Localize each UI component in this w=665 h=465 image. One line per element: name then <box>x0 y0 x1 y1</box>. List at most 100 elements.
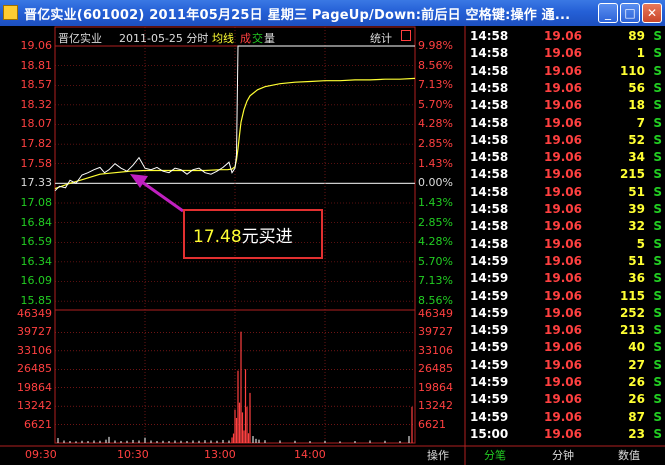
trade-price: 19.06 <box>544 167 582 182</box>
trade-side: S <box>653 288 662 303</box>
trade-side: S <box>653 323 662 338</box>
trade-price: 19.06 <box>544 150 582 165</box>
trade-side: S <box>653 340 662 355</box>
trade-volume: 215 <box>619 167 645 182</box>
trade-volume: 26 <box>628 392 645 407</box>
tab-ticks[interactable]: 分笔 <box>470 447 520 465</box>
pct-tick: 9.98% <box>418 39 453 52</box>
stat-box-icon[interactable] <box>401 30 411 41</box>
trade-price: 19.06 <box>544 375 582 389</box>
trade-row: 14:58 19.06 18 S <box>468 98 665 117</box>
trade-row: 14:58 19.06 34 S <box>468 150 665 169</box>
trade-volume: 89 <box>628 29 645 43</box>
volume-tick: 13242 <box>17 399 52 413</box>
volume-tick: 46349 <box>418 307 453 320</box>
pct-tick: 2.85% <box>418 215 453 229</box>
trade-volume: 1 <box>636 46 645 61</box>
price-tick: 17.82 <box>20 137 53 151</box>
price-tick: 18.57 <box>20 78 53 92</box>
trade-side: S <box>653 202 662 216</box>
volume-tick: 19864 <box>17 380 52 394</box>
trade-row: 14:59 19.06 51 S <box>468 254 665 273</box>
trade-time: 14:58 <box>470 115 509 130</box>
trade-volume: 115 <box>619 288 645 303</box>
minimize-button[interactable]: _ <box>598 3 618 23</box>
trade-time: 14:58 <box>470 150 509 165</box>
pct-tick: 1.43% <box>418 156 453 170</box>
pct-tick: 8.56% <box>418 294 453 308</box>
trade-row: 15:00 19.06 23 S <box>468 427 665 446</box>
trade-time: 14:59 <box>470 375 509 389</box>
trade-side: S <box>653 357 662 372</box>
avg-legend: 均线 <box>212 32 234 45</box>
trade-volume: 51 <box>628 253 645 268</box>
pct-tick: 0.00% <box>418 176 453 190</box>
trade-row: 14:58 19.06 51 S <box>468 185 665 204</box>
time-label: 10:30 <box>117 448 149 461</box>
maximize-button[interactable]: □ <box>620 3 640 23</box>
tab-values[interactable]: 数值 <box>604 447 654 465</box>
trade-volume: 7 <box>636 115 645 130</box>
trade-row: 14:58 19.06 215 S <box>468 167 665 186</box>
trade-volume: 34 <box>628 150 645 165</box>
trade-time: 15:00 <box>470 426 509 441</box>
trade-row: 14:59 19.06 87 S <box>468 410 665 429</box>
trade-price: 19.06 <box>544 236 582 251</box>
trade-side: S <box>653 29 662 43</box>
trade-row: 14:59 19.06 27 S <box>468 358 665 377</box>
trade-side: S <box>653 392 662 407</box>
volume-tick: 19864 <box>418 380 453 394</box>
trade-row: 14:59 19.06 26 S <box>468 375 665 394</box>
trade-row: 14:59 19.06 115 S <box>468 289 665 308</box>
trade-time: 14:59 <box>470 357 509 372</box>
trade-price: 19.06 <box>544 409 582 424</box>
trade-time: 14:58 <box>470 219 509 234</box>
trade-price: 19.06 <box>544 63 582 78</box>
trade-time: 14:59 <box>470 323 509 338</box>
tab-minute[interactable]: 分钟 <box>538 447 588 465</box>
trade-volume: 252 <box>619 305 645 320</box>
trade-time: 14:59 <box>470 340 509 355</box>
pct-tick: 2.85% <box>418 137 453 151</box>
trade-volume: 110 <box>619 63 645 78</box>
trade-volume: 32 <box>628 219 645 234</box>
pct-tick: 4.28% <box>418 117 453 131</box>
trade-side: S <box>653 167 662 182</box>
trade-time: 14:58 <box>470 184 509 199</box>
time-label: 14:00 <box>294 448 326 461</box>
price-tick: 18.07 <box>20 117 53 131</box>
tab-operate[interactable]: 操作 <box>418 447 458 465</box>
trade-volume: 52 <box>628 132 645 147</box>
close-button[interactable]: ✕ <box>642 3 662 23</box>
stock-name: 晋亿实业 <box>58 32 102 45</box>
trade-time: 14:59 <box>470 288 509 303</box>
trade-price: 19.06 <box>544 288 582 303</box>
trade-side: S <box>653 46 662 61</box>
buy-annotation-box: 17.48元买进 <box>183 209 323 259</box>
trade-time: 14:59 <box>470 409 509 424</box>
trade-time: 14:58 <box>470 98 509 113</box>
trade-row: 14:59 19.06 40 S <box>468 340 665 359</box>
trade-price: 19.06 <box>544 392 582 407</box>
price-tick: 19.06 <box>20 39 53 52</box>
trade-price: 19.06 <box>544 46 582 61</box>
trade-side: S <box>653 98 662 113</box>
trade-price: 19.06 <box>544 426 582 441</box>
trade-volume: 213 <box>619 323 645 338</box>
time-label: 09:30 <box>25 448 57 461</box>
trade-price: 19.06 <box>544 202 582 216</box>
stat-button[interactable]: 统计 <box>370 30 392 46</box>
trade-side: S <box>653 150 662 165</box>
trade-price: 19.06 <box>544 80 582 95</box>
trade-price: 19.06 <box>544 115 582 130</box>
trade-price: 19.06 <box>544 340 582 355</box>
volume-tick: 6621 <box>418 417 446 431</box>
trade-side: S <box>653 271 662 286</box>
trade-time: 14:58 <box>470 80 509 95</box>
trade-time: 14:58 <box>470 202 509 216</box>
pct-tick: 7.13% <box>418 274 453 288</box>
window-title-bar[interactable]: 晋亿实业(601002) 2011年05月25日 星期三 PageUp/Down… <box>0 0 665 26</box>
trade-row: 14:58 19.06 5 S <box>468 237 665 256</box>
trade-side: S <box>653 375 662 389</box>
trade-volume: 40 <box>628 340 645 355</box>
